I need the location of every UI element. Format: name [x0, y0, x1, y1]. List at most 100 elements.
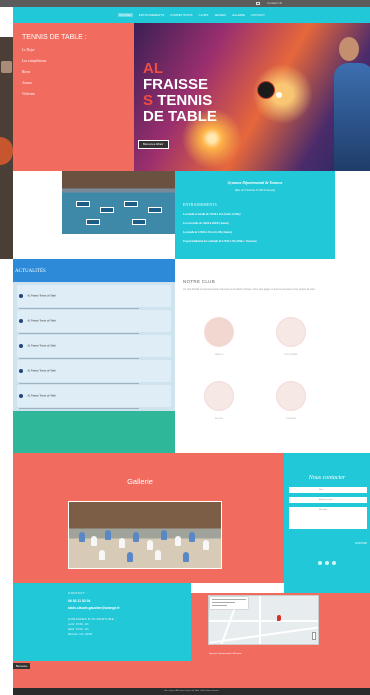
post-author: AL Fraisse Tennis de Table — [27, 369, 56, 373]
news-post[interactable]: AL Fraisse Tennis de Table — [17, 310, 171, 338]
avatar — [19, 318, 23, 323]
twitter-icon[interactable] — [325, 561, 329, 565]
training-row: Les lundis et mardis de 17h30 à 21h (Loi… — [183, 213, 241, 216]
map-caption: Gymnase Départemental - Al Fraisse — [209, 653, 242, 655]
nav-item-accueil[interactable]: ACCUEIL — [118, 13, 133, 17]
gym-photo — [62, 171, 175, 234]
news-post[interactable]: AL Fraisse Tennis de Table — [17, 360, 171, 388]
nav-item-contact[interactable]: CONTACT — [251, 13, 265, 17]
top-bar: Contact Us — [0, 0, 370, 7]
club-title: NOTRE CLUB — [183, 279, 216, 284]
contact-info-panel: CONTACT : 06 83 11 82 04 alain-claude.ga… — [13, 583, 191, 661]
hero-menu-item[interactable]: Les compétitions — [22, 59, 125, 63]
nav-item-jeunes[interactable]: JEUNES — [214, 13, 226, 17]
gallery-title: Gallerie — [127, 477, 153, 486]
map-pin-icon[interactable] — [277, 615, 281, 621]
hero-image: AL FRAISSE S TENNIS DE TABLE Bienvenue A… — [134, 23, 370, 171]
club-item-label: Valeurs — [214, 353, 224, 356]
map-zoom-control[interactable] — [312, 632, 316, 640]
club-item-label: Jeunes — [214, 417, 224, 420]
map-embed[interactable] — [208, 595, 319, 645]
avatar — [19, 368, 23, 373]
gym-address: (Rue de l'Ovalade 33 000 Toulouse) — [234, 189, 276, 192]
club-intro: Un club familial et loyal au bureau d'an… — [183, 288, 316, 291]
training-row: Les jeudis de 17h30 à 21h et le 20h (Jeu… — [183, 231, 233, 234]
hero-title-line: FRAISSE — [143, 76, 209, 93]
nav-item-entrainements[interactable]: ENTRAINEMENTS — [139, 13, 164, 17]
club-item-image — [276, 381, 306, 411]
hero-title: AL FRAISSE S TENNIS DE TABLE — [143, 61, 217, 125]
news-post[interactable]: AL Fraisse Tennis de Table — [17, 385, 171, 410]
news-header: ACTUALITÉS — [13, 259, 175, 282]
footer-button[interactable]: Bienvenue — [13, 663, 31, 669]
hours-label: HORAIRES D'OUVERTURE : — [68, 617, 117, 621]
club-item-image — [276, 317, 306, 347]
background-photo-face — [1, 61, 12, 73]
phone-number[interactable]: 06 83 11 82 04 — [68, 599, 191, 603]
bottom-band — [13, 661, 370, 688]
mail-icon — [256, 2, 260, 5]
club-item-label: Convivialité — [284, 353, 298, 356]
submit-button[interactable]: ENVOYER — [355, 542, 367, 545]
hero-menu-item[interactable]: Jeunes — [22, 81, 125, 85]
table-shape — [132, 219, 146, 225]
hours-line: Mardi : 17h30 - 21h — [68, 628, 89, 631]
table-shape — [148, 207, 162, 213]
message-field[interactable]: Message — [289, 507, 367, 529]
hero-menu-panel: TENNIS DE TABLE : Le Dojet Les compétiti… — [13, 23, 134, 171]
hero-menu-item[interactable]: Vétérans — [22, 92, 125, 96]
training-row: Les mercredis de 14h00 à 20h30 (Jeunes) — [183, 222, 229, 225]
table-shape — [124, 201, 138, 207]
club-item-image — [204, 381, 234, 411]
news-title: ACTUALITÉS — [15, 269, 46, 274]
club-item-jeunes[interactable]: Jeunes — [199, 381, 239, 420]
post-author: AL Fraisse Tennis de Table — [27, 319, 56, 323]
club-item-image — [204, 317, 234, 347]
news-feed[interactable]: AL Fraisse Tennis de Table AL Fraisse Te… — [13, 282, 175, 411]
name-field[interactable]: Nom — [289, 487, 367, 493]
topbar-contact-link[interactable]: Contact Us — [267, 1, 282, 5]
gallery-photo[interactable] — [68, 501, 222, 569]
gym-info-panel: Gymnase Départemental de Tostouse (Rue d… — [175, 171, 335, 259]
hero-title-line: DE TABLE — [143, 108, 217, 125]
email-link[interactable]: alain-claude.gaucher@orange.fr — [68, 606, 191, 610]
post-author: AL Fraisse Tennis de Table — [27, 344, 56, 348]
post-author: AL Fraisse Tennis de Table — [27, 294, 56, 298]
table-shape — [76, 201, 90, 207]
table-shape — [100, 207, 114, 213]
paddle-icon — [257, 81, 275, 99]
contact-form: Nous contacter Nom Adresse e-mail Messag… — [284, 453, 370, 593]
footer-text: Site créé par Al Fraisse Tennis de Table… — [164, 690, 219, 692]
hero-button[interactable]: Bienvenue Alfrais' — [138, 140, 169, 149]
gallery-section: Gallerie — [13, 453, 284, 583]
avatar — [19, 393, 23, 398]
left-background-strip — [0, 37, 13, 259]
ball-icon — [276, 92, 282, 98]
hero-menu-item[interactable]: Biens — [22, 70, 125, 74]
nav-item-competitions[interactable]: COMPETITIONS — [170, 13, 193, 17]
email-field[interactable]: Adresse e-mail — [289, 497, 367, 503]
table-shape — [86, 219, 100, 225]
avatar — [19, 293, 23, 298]
training-heading: ENTRAINEMENTS — [183, 203, 218, 207]
main-nav: ACCUEIL ENTRAINEMENTS COMPETITIONS CLUBS… — [13, 7, 370, 23]
hero-title-word: TENNIS — [157, 92, 213, 109]
contact-label: CONTACT : — [68, 591, 88, 595]
nav-item-clubs[interactable]: CLUBS — [199, 13, 209, 17]
club-item-veterans[interactable]: Vétérans — [271, 381, 311, 420]
hero-menu-item[interactable]: Le Dojet — [22, 48, 125, 52]
hero-title-letter: S — [143, 92, 154, 109]
player-head — [339, 37, 359, 61]
news-post[interactable]: AL Fraisse Tennis de Table — [17, 335, 171, 363]
avatar — [19, 343, 23, 348]
nav-item-galerie[interactable]: GALERIE — [232, 13, 245, 17]
player-figure — [334, 63, 370, 171]
instagram-icon[interactable] — [332, 561, 336, 565]
gym-name: Gymnase Départemental de Tostouse — [227, 181, 283, 185]
news-post[interactable]: AL Fraisse Tennis de Table — [17, 285, 171, 313]
facebook-icon[interactable] — [318, 561, 322, 565]
club-item-valeurs[interactable]: Valeurs — [199, 317, 239, 356]
background-photo-shape — [0, 137, 13, 165]
club-item-convivialite[interactable]: Convivialité — [271, 317, 311, 356]
hero-title-line: S TENNIS — [143, 93, 217, 109]
